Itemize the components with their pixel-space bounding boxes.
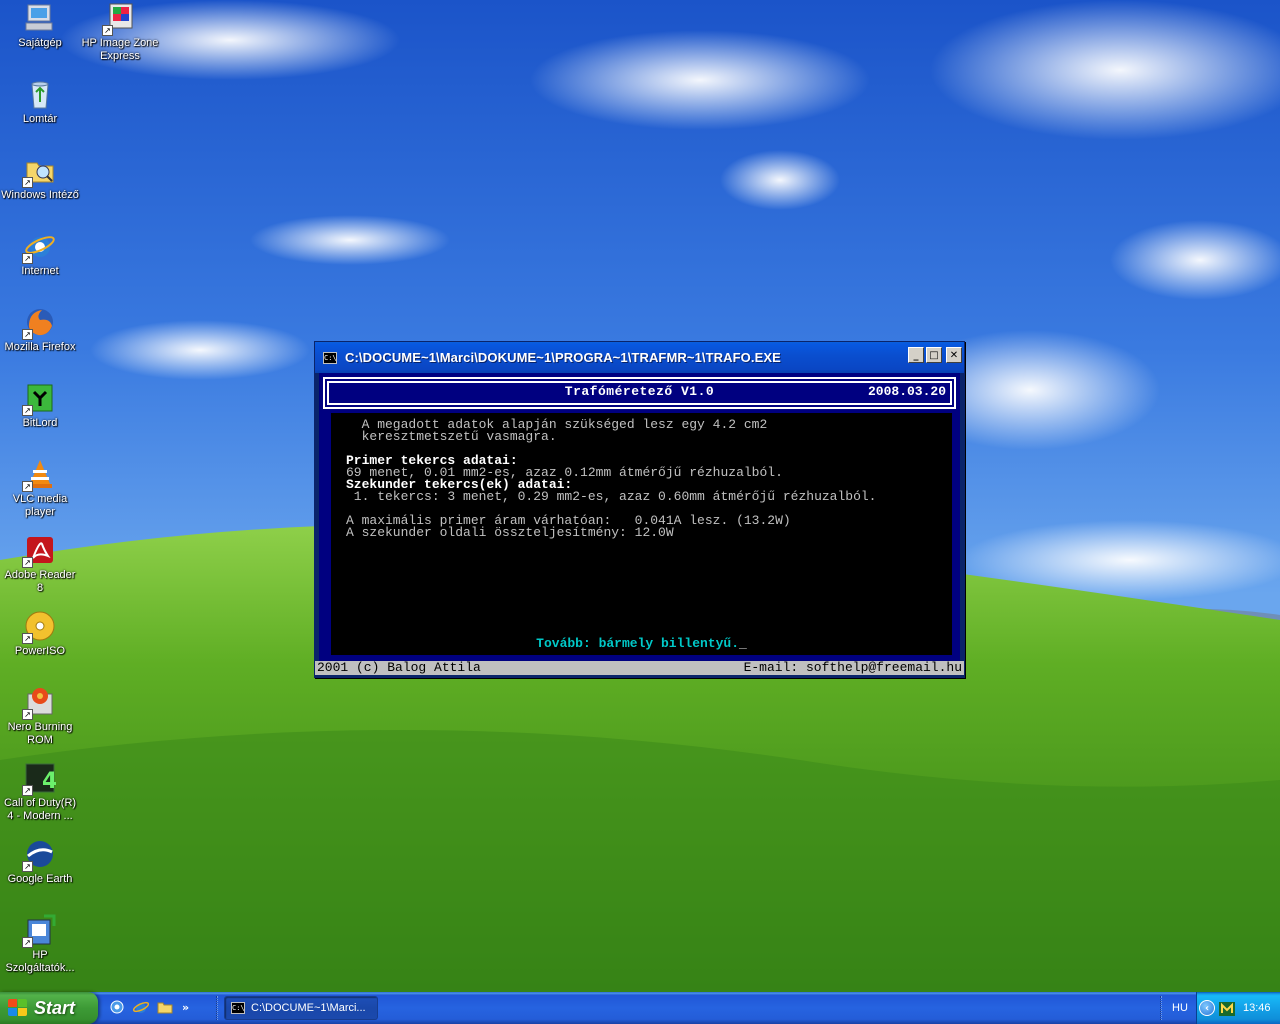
copyright-text: 2001 (c) Balog Attila [317,660,481,675]
email-text: E-mail: softhelp@freemail.hu [743,660,962,675]
desktop-icon-adobe-reader[interactable]: ↗ Adobe Reader 8 [0,534,80,595]
continue-prompt: Tovább: bármely billentyű._ [536,636,747,651]
internet-explorer-icon: ↗ [22,230,56,264]
app-title: Trafóméretező V1.0 [564,384,715,399]
console-output: A megadott adatok alapján szükséged lesz… [331,413,952,655]
desktop-icon-call-of-duty[interactable]: 4 ↗ Call of Duty(R) 4 - Modern ... [0,762,80,823]
window-title: C:\DOCUME~1\Marci\DOKUME~1\PROGRA~1\TRAF… [345,350,781,365]
maximize-button[interactable]: □ [926,347,942,363]
adobe-reader-icon: ↗ [22,534,56,568]
nero-icon: ↗ [22,686,56,720]
quick-launch: » [108,998,189,1016]
app-date: 2008.03.20 [867,384,946,399]
desktop-icon-poweriso[interactable]: ↗ PowerISO [0,610,80,658]
taskbar-button-console[interactable]: C:\ C:\DOCUME~1\Marci... [224,996,378,1020]
console-line: keresztmetszetű vasmagra. [346,429,557,444]
console-header-frame: Trafóméretező V1.0 2008.03.20 [323,377,956,409]
system-tray: ‹ 13:46 [1196,992,1280,1024]
network-icon[interactable] [1219,1001,1235,1016]
taskbar-separator [216,996,218,1020]
start-button[interactable]: Start [0,992,98,1024]
console-area[interactable]: Trafóméretező V1.0 2008.03.20 A megadott… [315,373,964,675]
desktop-icon-windows-explorer[interactable]: ↗ Windows Intéző [0,154,80,202]
internet-explorer-icon[interactable] [108,998,126,1016]
text-cursor: _ [739,636,747,651]
my-computer-icon [24,2,56,34]
desktop-icon-hp-services[interactable]: ↗ HP Szolgáltatók... [0,914,80,975]
console-task-icon: C:\ [231,1002,245,1014]
desktop-icon-vlc[interactable]: ↗ VLC media player [0,458,80,519]
desktop-icon-bitlord[interactable]: ↗ BitLord [0,382,80,430]
desktop-icon-internet[interactable]: ↗ Internet [0,230,80,278]
hp-services-icon: ↗ [22,914,56,948]
window-titlebar[interactable]: C:\ C:\DOCUME~1\Marci\DOKUME~1\PROGRA~1\… [315,342,964,373]
call-of-duty-icon: 4 ↗ [22,762,56,796]
taskbar-button-label: C:\DOCUME~1\Marci... [251,1002,366,1014]
svg-text:4: 4 [42,769,56,794]
google-earth-icon: ↗ [22,838,56,872]
vlc-icon: ↗ [22,458,56,492]
desktop-icon-my-computer[interactable]: Sajátgép [0,2,80,50]
tray-separator [1160,996,1162,1020]
ie-icon[interactable] [132,998,150,1016]
desktop-icon-hp-image-zone[interactable]: ↗ HP Image Zone Express [80,2,160,63]
show-hidden-icons-button[interactable]: ‹ [1199,1000,1215,1016]
bitlord-icon: ↗ [22,382,56,416]
start-label: Start [34,997,76,1018]
poweriso-icon: ↗ [22,610,56,644]
console-line: A szekunder oldali összteljesítmény: 12.… [346,525,674,540]
minimize-button[interactable]: _ [908,347,924,363]
console-window[interactable]: C:\ C:\DOCUME~1\Marci\DOKUME~1\PROGRA~1\… [314,341,965,678]
quick-launch-more[interactable]: » [182,1001,189,1014]
taskbar: Start » C:\ C:\DOCUME~1\Marci... HU ‹ 13… [0,992,1280,1024]
hp-image-zone-icon: ↗ [102,2,136,36]
clock[interactable]: 13:46 [1243,1002,1271,1014]
console-status-bar: 2001 (c) Balog Attila E-mail: softhelp@f… [315,661,964,675]
desktop-icon-firefox[interactable]: ↗ Mozilla Firefox [0,306,80,354]
console-system-icon[interactable]: C:\ [323,351,337,364]
windows-explorer-icon: ↗ [22,154,56,188]
console-line: 1. tekercs: 3 menet, 0.29 mm2-es, azaz 0… [346,489,877,504]
language-indicator[interactable]: HU [1172,1002,1188,1014]
desktop-icon-nero[interactable]: ↗ Nero Burning ROM [0,686,80,747]
folder-icon[interactable] [156,998,174,1016]
windows-flag-icon [8,999,28,1017]
desktop-icon-google-earth[interactable]: ↗ Google Earth [0,838,80,886]
desktop-icon-recycle-bin[interactable]: Lomtár [0,78,80,126]
firefox-icon: ↗ [22,306,56,340]
recycle-bin-icon [24,78,56,110]
close-button[interactable]: ✕ [946,347,962,363]
